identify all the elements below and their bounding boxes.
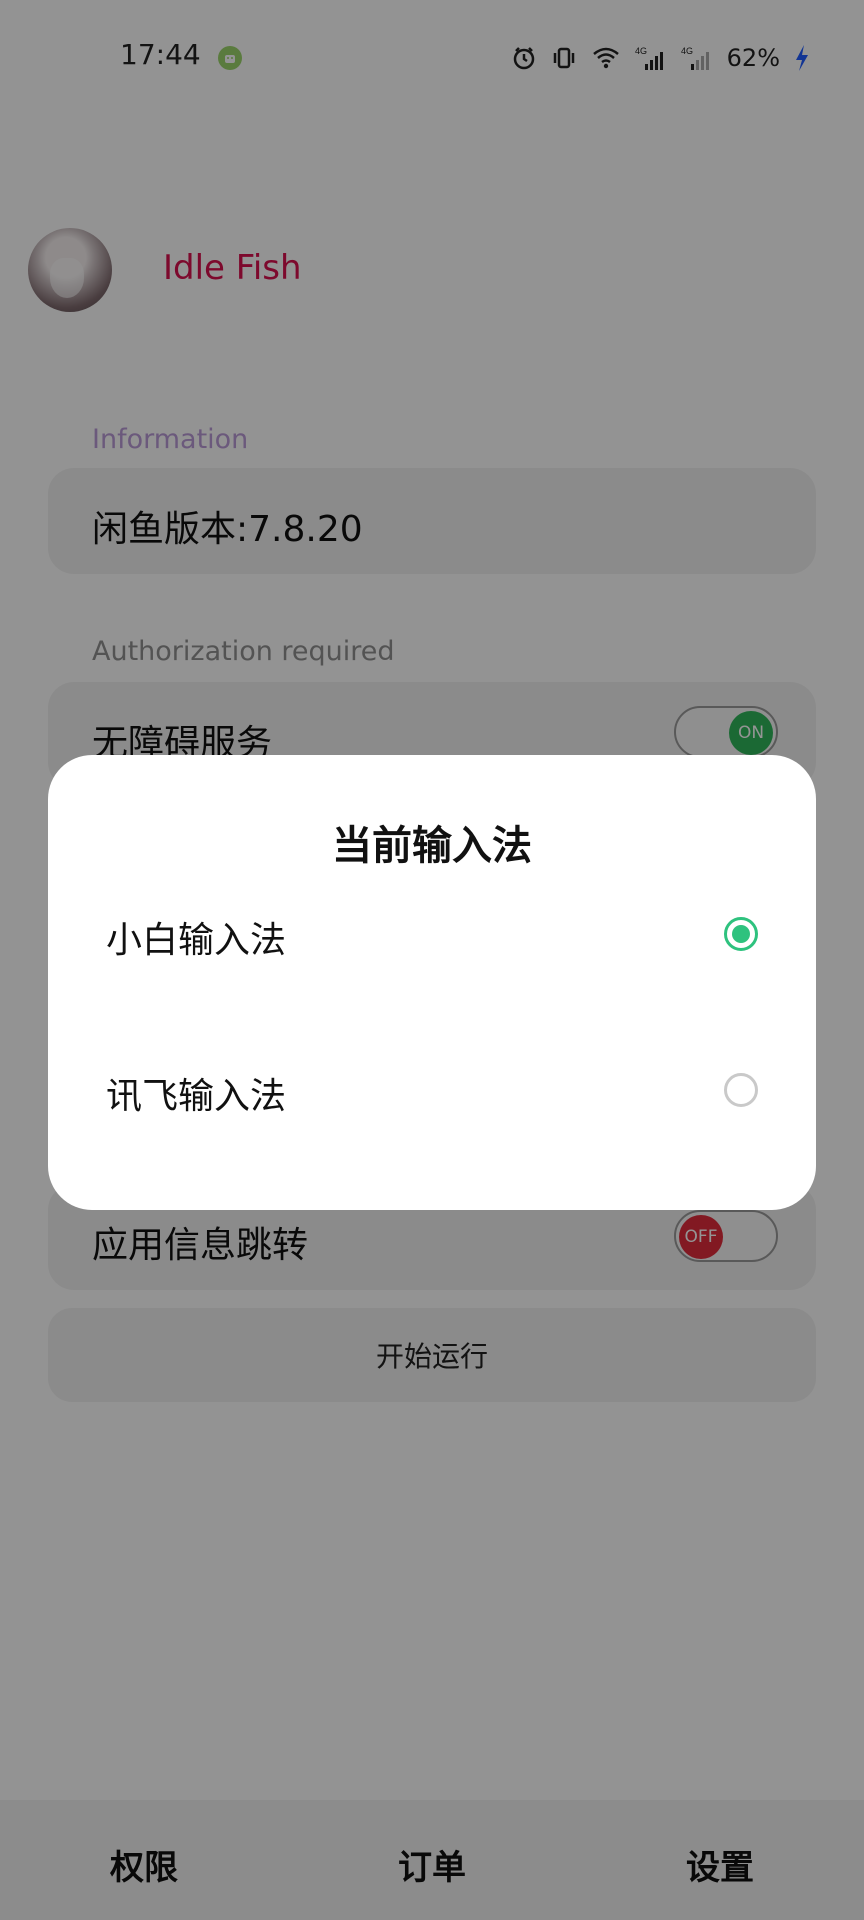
option-xunfei-input[interactable]: 讯飞输入法 xyxy=(48,1029,816,1149)
option-xiaobai-input[interactable]: 小白输入法 xyxy=(48,873,816,993)
option-label: 小白输入法 xyxy=(106,920,287,961)
radio-unselected-icon[interactable] xyxy=(724,1073,758,1107)
radio-selected-icon[interactable] xyxy=(724,917,758,951)
dialog-title: 当前输入法 xyxy=(332,823,532,869)
option-label: 讯飞输入法 xyxy=(106,1076,287,1117)
input-method-dialog: 当前输入法 小白输入法 讯飞输入法 xyxy=(48,755,816,1210)
